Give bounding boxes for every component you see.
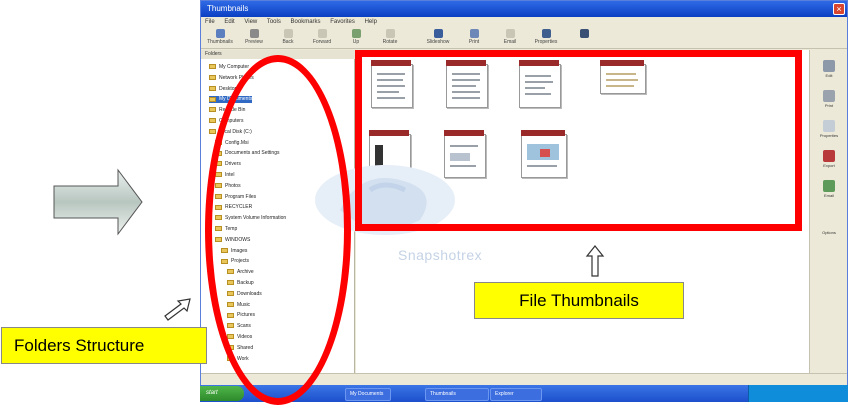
taskbar-item[interactable]: My Documents xyxy=(345,388,391,401)
folder-icon xyxy=(209,85,216,91)
document-icon xyxy=(823,120,835,132)
print-action-button[interactable]: Print xyxy=(816,90,842,114)
menu-edit[interactable]: Edit xyxy=(224,19,234,25)
toolbar: Thumbnails Preview Back Forward Up Rotat… xyxy=(201,27,847,49)
file-thumbnails-label: File Thumbnails xyxy=(474,282,684,319)
folders-structure-label: Folders Structure xyxy=(1,327,207,364)
up-button[interactable]: Up xyxy=(341,29,371,47)
up-icon xyxy=(351,29,361,38)
taskbar-item[interactable]: Explorer xyxy=(490,388,542,401)
menu-view[interactable]: View xyxy=(244,19,257,25)
email-icon xyxy=(823,180,835,192)
menu-favorites[interactable]: Favorites xyxy=(330,19,355,25)
print-icon xyxy=(823,90,835,102)
diagonal-arrow-icon xyxy=(164,298,191,321)
preview-button[interactable]: Preview xyxy=(239,29,269,47)
menu-bookmarks[interactable]: Bookmarks xyxy=(291,19,321,25)
menu-file[interactable]: File xyxy=(205,19,215,25)
folder-icon xyxy=(209,118,216,124)
edit-icon xyxy=(823,60,835,72)
taskbar-item[interactable]: Thumbnails xyxy=(425,388,489,401)
thumbnails-button[interactable]: Thumbnails xyxy=(205,29,235,47)
email-icon xyxy=(505,29,515,38)
properties-icon xyxy=(541,29,551,38)
properties-button[interactable]: Properties xyxy=(531,29,561,47)
print-button[interactable]: Print xyxy=(459,29,489,47)
slideshow-button[interactable]: Slideshow xyxy=(423,29,453,47)
watermark-text: Snapshotrex xyxy=(398,247,483,263)
menu-help[interactable]: Help xyxy=(365,19,377,25)
email-action-button[interactable]: Email xyxy=(816,180,842,204)
rotate-button[interactable]: Rotate xyxy=(375,29,405,47)
up-arrow-icon xyxy=(585,245,605,277)
action-sidebar: Edit Print Properties Export Email Optio… xyxy=(809,50,847,373)
window-title: Thumbnails xyxy=(201,1,847,17)
rotate-icon xyxy=(385,29,395,38)
export-icon xyxy=(823,150,835,162)
start-button[interactable]: start xyxy=(200,386,244,401)
thumbnails-highlight-rect xyxy=(355,50,802,231)
thumbnails-icon xyxy=(215,29,225,38)
forward-button[interactable]: Forward xyxy=(307,29,337,47)
email-button[interactable]: Email xyxy=(495,29,525,47)
folder-icon xyxy=(209,128,216,134)
folder-tree-item-label: My Computer xyxy=(219,64,250,70)
system-tray xyxy=(748,385,848,402)
back-icon xyxy=(283,29,293,38)
properties-action-button[interactable]: Properties xyxy=(816,120,842,144)
menu-bar: File Edit View Tools Bookmarks Favorites… xyxy=(201,17,847,27)
extra-toolbar-button[interactable] xyxy=(569,29,599,47)
folders-highlight-ellipse xyxy=(205,55,351,405)
slideshow-icon xyxy=(433,29,443,38)
preview-icon xyxy=(249,29,259,38)
edit-action-button[interactable]: Edit xyxy=(816,60,842,84)
back-button[interactable]: Back xyxy=(273,29,303,47)
right-arrow-icon xyxy=(53,168,143,236)
folder-icon xyxy=(209,74,216,80)
folder-icon xyxy=(209,107,216,113)
folder-icon xyxy=(209,96,216,102)
folder-icon xyxy=(209,64,216,70)
export-action-button[interactable]: Export xyxy=(816,150,842,174)
print-icon xyxy=(469,29,479,38)
extra-icon xyxy=(579,29,589,38)
close-icon[interactable]: × xyxy=(833,3,845,15)
folder-tree-item[interactable]: My Computer xyxy=(209,64,249,71)
menu-tools[interactable]: Tools xyxy=(267,19,281,25)
options-action-button[interactable]: Options xyxy=(816,230,842,254)
forward-icon xyxy=(317,29,327,38)
